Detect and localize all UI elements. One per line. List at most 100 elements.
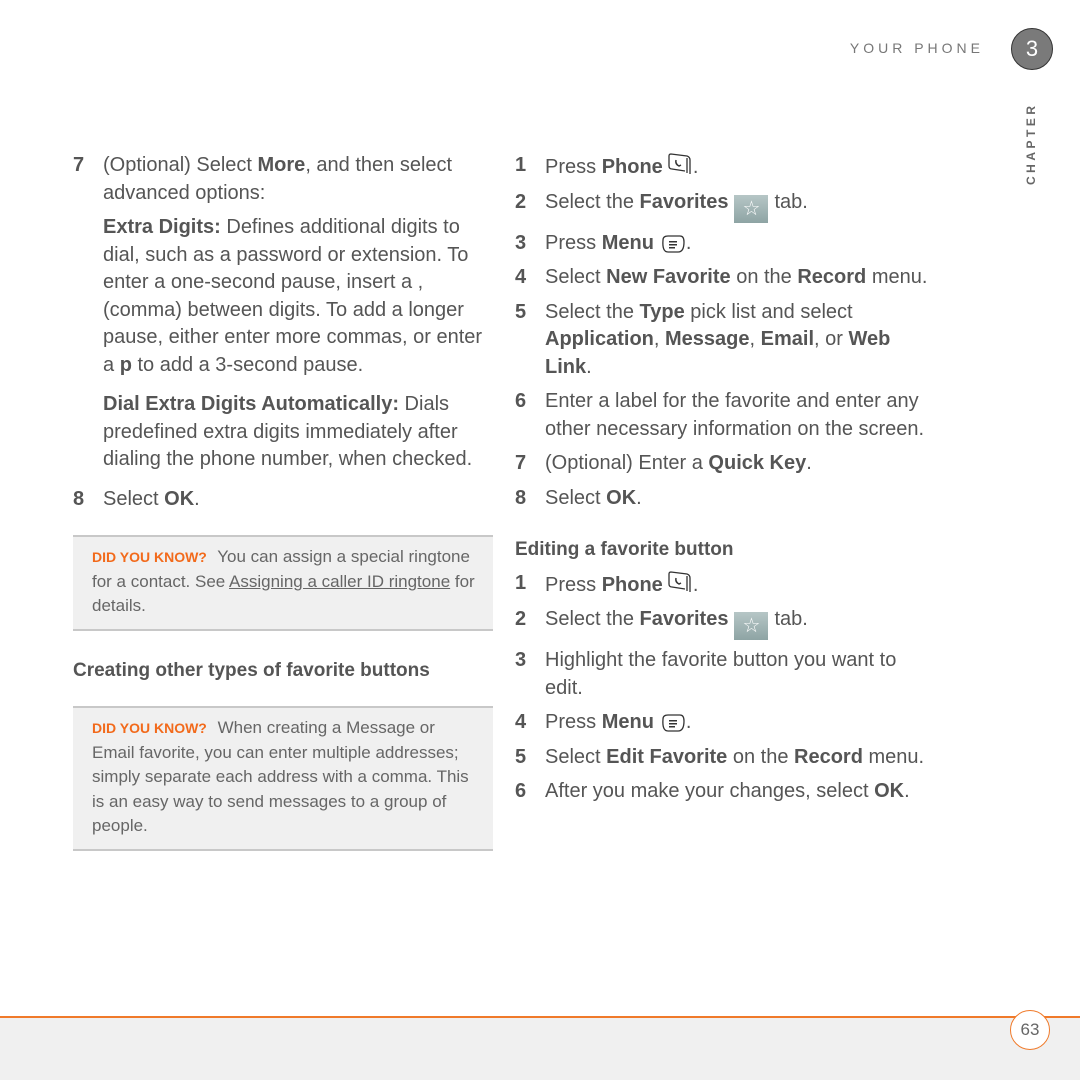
step-text: . [586,355,592,378]
footer-band [0,1018,1080,1080]
step-item: 2 Select the Favorites ☆ tab. [515,606,935,640]
step-text: . [636,486,642,509]
chapter-number-badge: 3 [1011,28,1053,70]
step-text: . [194,487,200,510]
step-text: . [806,452,812,474]
step-item: 5 Select Edit Favorite on the Record men… [515,744,935,772]
option-bold: p [119,353,132,376]
step-text: menu. [862,745,925,768]
step-text: , [749,328,761,350]
step-text: menu. [866,266,928,288]
option-extra-digits: Extra Digits: Defines additional digits … [103,214,493,379]
step-text: Highlight the favorite button you want t… [545,649,897,699]
step-text: Select [545,745,607,768]
step-number: 1 [515,154,527,176]
step-text: . [685,231,692,254]
section-heading: Creating other types of favorite buttons [73,659,430,681]
assigning-caller-id-ringtone-link[interactable]: Assigning a caller ID ringtone [229,572,450,591]
step-bold: OK [164,487,195,510]
page-number: 63 [1010,1010,1050,1050]
step-item: 4 Select New Favorite on the Record menu… [515,264,935,292]
step-bold: Message [665,328,750,350]
step-bold: More [257,154,306,176]
menu-key-icon [662,234,685,253]
footer-divider [0,1016,1080,1018]
left-column: 7 (Optional) Select More, and then selec… [73,152,493,851]
option-term: Extra Digits: [103,216,221,238]
step-text: . [692,156,699,178]
step-number: 8 [515,486,527,509]
section-title: YOUR PHONE [849,40,984,56]
step-item: 3 Press Menu. [515,230,935,258]
step-bold: New Favorite [606,266,731,288]
step-item: 4 Press Menu. [515,709,935,737]
tip-tag: DID YOU KNOW? [92,720,207,736]
step-bold: Favorites [639,190,729,213]
option-term: Dial Extra Digits Automatically: [103,393,399,415]
step-text: Select the [545,608,640,630]
step-number: 8 [73,487,85,510]
step-item: 1 Press Phone. [515,570,935,600]
step-bold: Menu [601,711,654,733]
step-text: on the [727,745,795,768]
step-bold: Email [760,328,814,350]
step-item: 6 After you make your changes, select OK… [515,778,935,806]
step-text: . [904,780,910,802]
chapter-label: CHAPTER [1024,102,1038,185]
step-bold: Quick Key [708,452,807,474]
step-number: 1 [515,571,527,594]
step-text: Select [545,486,607,509]
step-number: 7 [73,154,85,176]
step-bold: Phone [601,573,663,596]
step-bold: Record [794,745,863,768]
phone-icon [668,570,691,592]
step-text: Press [545,231,602,254]
step-text: . [685,711,692,733]
step-item: 7 (Optional) Select More, and then selec… [73,152,493,207]
section-heading: Editing a favorite button [515,539,734,560]
step-text: Select the [545,190,640,213]
step-text: Press [545,156,602,178]
step-number: 6 [515,390,527,412]
step-bold: Application [545,328,654,350]
step-text: Enter a label for the favorite and enter… [545,390,925,440]
step-text: Press [545,711,602,733]
step-number: 5 [515,300,527,323]
step-item: 2 Select the Favorites ☆ tab. [515,189,935,223]
phone-icon [668,153,691,174]
step-number: 2 [515,608,527,630]
did-you-know-tip: DID YOU KNOW? When creating a Message or… [73,706,493,851]
option-text: Defines additional digits to dial, such … [103,216,483,376]
step-text: . [692,573,699,596]
step-number: 3 [515,231,527,254]
step-item: 8 Select OK. [73,486,493,514]
step-item: 6 Enter a label for the favorite and ent… [515,388,935,443]
step-bold: Record [797,266,867,288]
step-number: 5 [515,745,527,768]
step-bold: Favorites [639,608,729,630]
step-text: Select [103,487,165,510]
step-text: After you make your changes, select [545,780,875,802]
step-text: (Optional) Enter a [545,452,709,474]
step-bold: OK [874,780,905,802]
favorites-star-icon: ☆ [734,194,769,223]
step-text: (Optional) Select [103,154,258,176]
step-item: 8 Select OK. [515,485,935,513]
step-text: pick list and select [684,300,853,323]
step-item: 5 Select the Type pick list and select A… [515,299,935,382]
step-bold: Edit Favorite [606,745,728,768]
step-bold: OK [606,486,637,509]
right-column: 1 Press Phone. 2 Select the Favorites ☆ ta… [515,152,935,813]
menu-key-icon [662,714,685,732]
step-item: 1 Press Phone. [515,152,935,182]
step-number: 2 [515,190,527,213]
step-number: 7 [515,452,527,474]
step-number: 4 [515,711,527,733]
step-text: Select the [545,300,640,323]
step-bold: Menu [601,231,654,254]
step-text: Select [545,266,607,288]
step-number: 3 [515,649,527,671]
step-text: Press [545,573,602,596]
step-number: 6 [515,780,527,802]
step-text: on the [730,266,798,288]
